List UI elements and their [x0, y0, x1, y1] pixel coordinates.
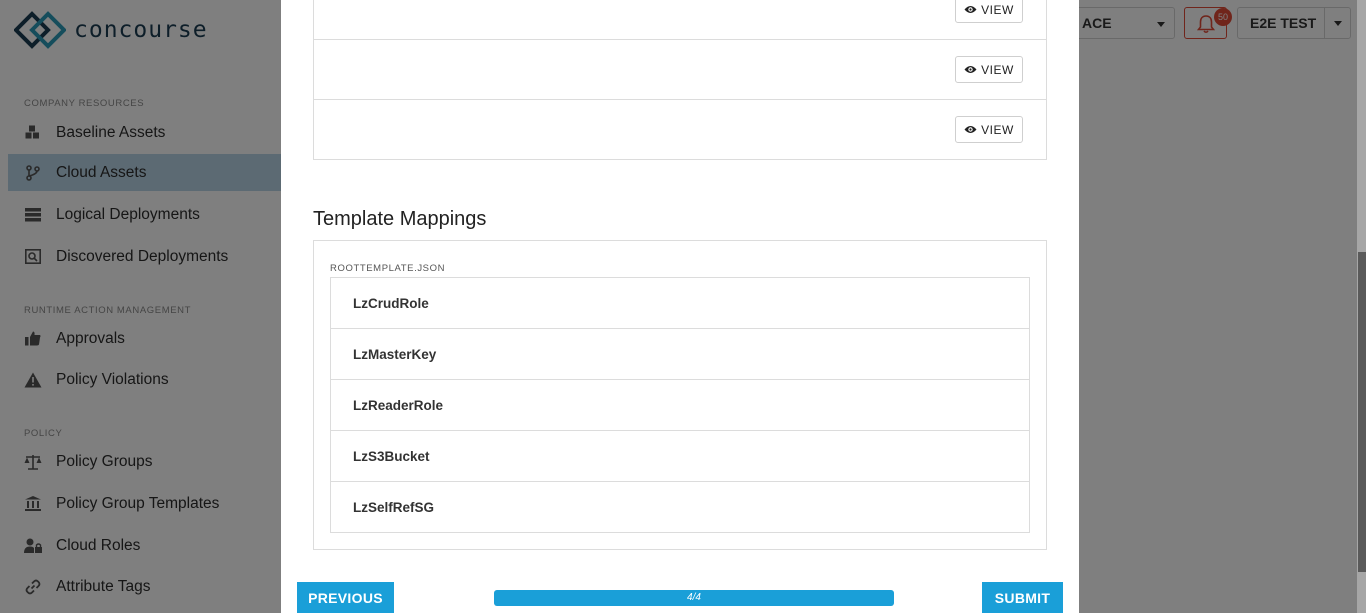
- deployment-wizard-modal: VIEW VIEW VIEW Template Mappings ROOTTEM…: [281, 0, 1079, 613]
- view-button[interactable]: VIEW: [955, 56, 1023, 83]
- resource-table: VIEW VIEW VIEW: [313, 0, 1047, 160]
- table-row: VIEW: [314, 100, 1046, 160]
- list-item[interactable]: LzCrudRole: [331, 278, 1029, 329]
- list-item[interactable]: LzReaderRole: [331, 380, 1029, 431]
- template-file-name: ROOTTEMPLATE.JSON: [330, 263, 446, 274]
- wizard-progress-bar: 4/4: [494, 590, 894, 606]
- template-mapping-list: LzCrudRole LzMasterKey LzReaderRole LzS3…: [330, 277, 1030, 533]
- list-item[interactable]: LzMasterKey: [331, 329, 1029, 380]
- submit-button[interactable]: SUBMIT: [982, 582, 1063, 613]
- eye-icon: [964, 6, 977, 13]
- eye-icon: [964, 126, 977, 133]
- view-button-label: VIEW: [981, 62, 1014, 77]
- list-item[interactable]: LzS3Bucket: [331, 431, 1029, 482]
- list-item[interactable]: LzSelfRefSG: [331, 482, 1029, 533]
- view-button-label: VIEW: [981, 2, 1014, 17]
- template-mappings-panel: ROOTTEMPLATE.JSON LzCrudRole LzMasterKey…: [313, 240, 1047, 550]
- view-button-label: VIEW: [981, 122, 1014, 137]
- view-button[interactable]: VIEW: [955, 116, 1023, 143]
- page-scrollbar-thumb[interactable]: [1358, 252, 1366, 572]
- previous-button[interactable]: PREVIOUS: [297, 582, 394, 613]
- eye-icon: [964, 66, 977, 73]
- table-row: VIEW: [314, 0, 1046, 40]
- template-mappings-title: Template Mappings: [313, 208, 487, 230]
- progress-text: 4/4: [687, 592, 701, 603]
- table-row: VIEW: [314, 40, 1046, 100]
- view-button[interactable]: VIEW: [955, 0, 1023, 23]
